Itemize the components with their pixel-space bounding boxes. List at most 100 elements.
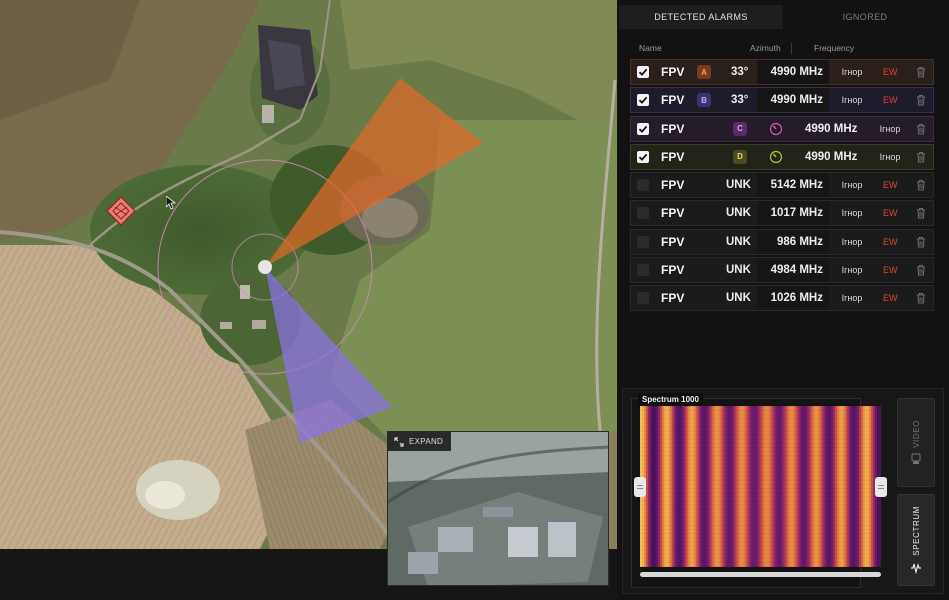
spectrum-range-bar[interactable] bbox=[640, 572, 881, 577]
alarm-type: FPV bbox=[661, 234, 685, 249]
column-divider bbox=[791, 43, 792, 54]
ignore-button[interactable]: Ігнор bbox=[832, 60, 872, 84]
spectrum-label: Spectrum 1000 bbox=[638, 393, 703, 406]
spectrum-waterfall[interactable] bbox=[640, 406, 881, 567]
spectrum-right-handle[interactable] bbox=[875, 477, 887, 497]
alarm-letter-badge: B bbox=[697, 93, 711, 108]
alarm-letter-badge: A bbox=[697, 65, 711, 79]
spectrum-area: Spectrum 1000 VIDEO SPECTRUM bbox=[622, 388, 944, 594]
checkmark-icon bbox=[638, 97, 648, 105]
ignore-button[interactable]: Ігнор bbox=[832, 286, 872, 310]
ignore-button[interactable]: Ігнор bbox=[832, 230, 872, 254]
video-preview[interactable]: EXPAND bbox=[387, 431, 609, 586]
station-marker bbox=[258, 260, 272, 274]
alarm-azimuth: UNK bbox=[726, 179, 751, 192]
trash-icon[interactable] bbox=[914, 291, 928, 305]
ignore-button[interactable]: Ігнор bbox=[832, 88, 872, 112]
alarm-checkbox[interactable] bbox=[637, 122, 649, 135]
alarm-type: FPV bbox=[661, 206, 685, 221]
ew-button[interactable]: EW bbox=[883, 173, 898, 197]
alarm-frequency: 4990 MHz bbox=[805, 150, 858, 163]
trash-icon[interactable] bbox=[914, 235, 928, 249]
alarm-checkbox[interactable] bbox=[637, 264, 649, 277]
ignore-button[interactable]: Ігнор bbox=[832, 173, 872, 197]
trash-icon[interactable] bbox=[914, 93, 928, 107]
alarm-azimuth: 33° bbox=[731, 66, 749, 78]
alarm-azimuth: UNK bbox=[726, 292, 751, 305]
alarm-azimuth: UNK bbox=[726, 235, 751, 248]
trash-icon[interactable] bbox=[914, 178, 928, 192]
ew-button[interactable]: EW bbox=[883, 258, 898, 282]
alarm-checkbox[interactable] bbox=[637, 179, 649, 192]
alarm-checkbox[interactable] bbox=[637, 94, 649, 107]
alarm-frequency: 1017 MHz bbox=[770, 207, 823, 220]
spectrum-left-handle[interactable] bbox=[634, 477, 646, 497]
alarm-row[interactable]: FPV UNK 5142 MHz Ігнор EW bbox=[630, 172, 934, 199]
alarm-row[interactable]: FPV UNK 1017 MHz Ігнор EW bbox=[630, 200, 934, 227]
alarm-frequency: 1026 MHz bbox=[770, 292, 823, 305]
alarm-row[interactable]: FPV C 4990 MHz Ігнор bbox=[630, 115, 934, 142]
tab-ignored[interactable]: IGNORED bbox=[783, 5, 947, 29]
alarm-type: FPV bbox=[661, 178, 685, 193]
alarm-row[interactable]: FPV UNK 4984 MHz Ігнор EW bbox=[630, 257, 934, 284]
alarm-frequency: 4990 MHz bbox=[770, 66, 823, 78]
alarm-row[interactable]: FPV B 33° 4990 MHz Ігнор EW bbox=[630, 87, 934, 114]
alarm-type: FPV bbox=[661, 149, 685, 164]
alarm-frequency: 986 MHz bbox=[776, 235, 823, 248]
alarm-checkbox[interactable] bbox=[637, 292, 649, 305]
checkmark-icon bbox=[638, 153, 648, 161]
video-frame bbox=[388, 432, 608, 585]
alarm-type: FPV bbox=[661, 263, 685, 278]
checkmark-icon bbox=[638, 125, 648, 133]
ignore-button[interactable]: Ігнор bbox=[832, 201, 872, 225]
alarm-row[interactable]: FPV UNK 1026 MHz Ігнор EW bbox=[630, 285, 934, 312]
expand-button[interactable]: EXPAND bbox=[388, 432, 452, 451]
trash-icon[interactable] bbox=[914, 206, 928, 220]
alarm-type: FPV bbox=[661, 121, 685, 136]
ignore-button[interactable]: Ігнор bbox=[869, 145, 911, 169]
ew-button[interactable]: EW bbox=[883, 230, 898, 254]
ew-button[interactable]: EW bbox=[883, 88, 898, 112]
trash-icon[interactable] bbox=[914, 263, 928, 277]
expand-icon bbox=[394, 436, 404, 447]
spectrum-button[interactable]: SPECTRUM bbox=[897, 494, 935, 586]
alarm-row[interactable]: FPV A 33° 4990 MHz Ігнор EW bbox=[630, 59, 934, 85]
column-header-azimuth: Azimuth bbox=[750, 43, 781, 53]
trash-icon[interactable] bbox=[914, 122, 928, 136]
target-marker[interactable] bbox=[106, 196, 136, 226]
map-view[interactable]: EXPAND bbox=[0, 0, 617, 600]
alarm-azimuth: UNK bbox=[726, 207, 751, 220]
ew-button[interactable]: EW bbox=[883, 60, 898, 84]
alarm-type: FPV bbox=[661, 93, 685, 108]
alarm-letter-badge: C bbox=[733, 121, 747, 136]
ignore-button[interactable]: Ігнор bbox=[869, 117, 911, 141]
expand-label: EXPAND bbox=[409, 437, 444, 446]
mouse-cursor-icon bbox=[165, 195, 177, 210]
alarm-row[interactable]: FPV D 4990 MHz Ігнор bbox=[630, 143, 934, 170]
column-header-name: Name bbox=[639, 43, 662, 53]
alarm-frequency: 4984 MHz bbox=[770, 264, 823, 277]
alarm-checkbox[interactable] bbox=[637, 207, 649, 220]
alarm-checkbox[interactable] bbox=[637, 235, 649, 248]
alarm-checkbox[interactable] bbox=[637, 150, 649, 163]
column-headers: Name Azimuth Frequency bbox=[631, 43, 931, 55]
video-button-label: VIDEO bbox=[911, 419, 921, 448]
alarm-checkbox[interactable] bbox=[637, 66, 649, 78]
video-button[interactable]: VIDEO bbox=[897, 398, 935, 487]
alarm-list: FPV A 33° 4990 MHz Ігнор EW FPV B 33° 4990 MHz Ігн… bbox=[630, 59, 949, 314]
alarm-type: FPV bbox=[661, 65, 685, 79]
ew-button[interactable]: EW bbox=[883, 201, 898, 225]
alarm-azimuth: UNK bbox=[726, 264, 751, 277]
alarm-row[interactable]: FPV UNK 986 MHz Ігнор EW bbox=[630, 228, 934, 255]
alarm-frequency: 5142 MHz bbox=[770, 179, 823, 192]
spectrum-button-label: SPECTRUM bbox=[911, 506, 921, 556]
alarm-azimuth: 33° bbox=[731, 94, 749, 107]
alarm-type: FPV bbox=[661, 291, 685, 306]
tab-detected-alarms[interactable]: DETECTED ALARMS bbox=[619, 5, 783, 29]
checkmark-icon bbox=[638, 68, 648, 76]
tab-bar: DETECTED ALARMS IGNORED bbox=[619, 5, 947, 29]
ew-button[interactable]: EW bbox=[883, 286, 898, 310]
trash-icon[interactable] bbox=[914, 65, 928, 79]
trash-icon[interactable] bbox=[914, 150, 928, 164]
ignore-button[interactable]: Ігнор bbox=[832, 258, 872, 282]
